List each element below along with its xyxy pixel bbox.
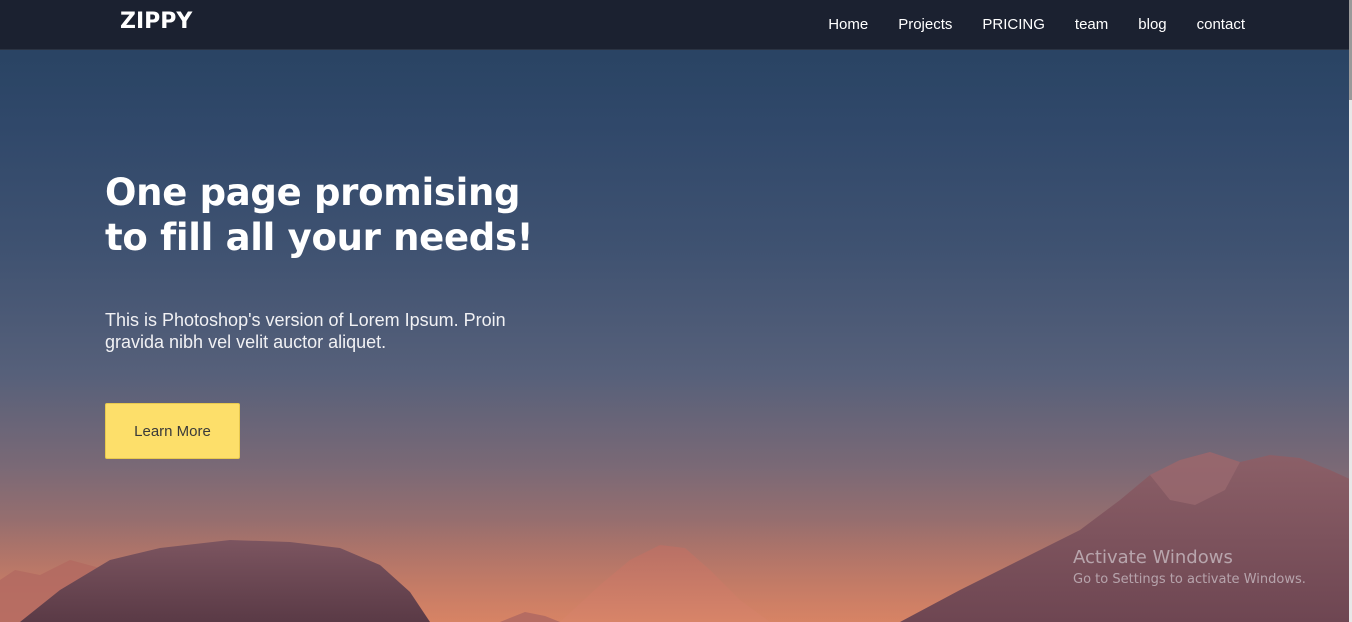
learn-more-button[interactable]: Learn More — [105, 403, 240, 459]
activate-windows-watermark: Activate Windows Go to Settings to activ… — [1073, 546, 1306, 590]
nav-item-contact[interactable]: contact — [1197, 16, 1245, 33]
hero-subtitle-line-1: This is Photoshop's version of Lorem Ips… — [105, 310, 506, 330]
hero-title: One page promising to fill all your need… — [105, 170, 575, 260]
hero-subtitle-line-2: gravida nibh vel velit auctor aliquet. — [105, 332, 387, 352]
site-logo[interactable]: ZIPPY — [120, 9, 192, 34]
landing-page: ZIPPY Home Projects PRICING team blog co… — [0, 0, 1352, 622]
hero-title-line-2: to fill all your needs! — [105, 216, 534, 259]
top-navbar: ZIPPY Home Projects PRICING team blog co… — [0, 0, 1352, 50]
hero-title-line-1: One page promising — [105, 171, 521, 214]
watermark-title: Activate Windows — [1073, 547, 1233, 568]
nav-item-blog[interactable]: blog — [1138, 16, 1166, 33]
nav-item-home[interactable]: Home — [828, 16, 868, 33]
watermark-subtitle: Go to Settings to activate Windows. — [1073, 572, 1306, 587]
nav-item-projects[interactable]: Projects — [898, 16, 952, 33]
hero-subtitle: This is Photoshop's version of Lorem Ips… — [105, 309, 555, 353]
nav-menu: Home Projects PRICING team blog contact — [828, 0, 1245, 49]
nav-item-team[interactable]: team — [1075, 16, 1108, 33]
nav-item-pricing[interactable]: PRICING — [982, 16, 1045, 33]
